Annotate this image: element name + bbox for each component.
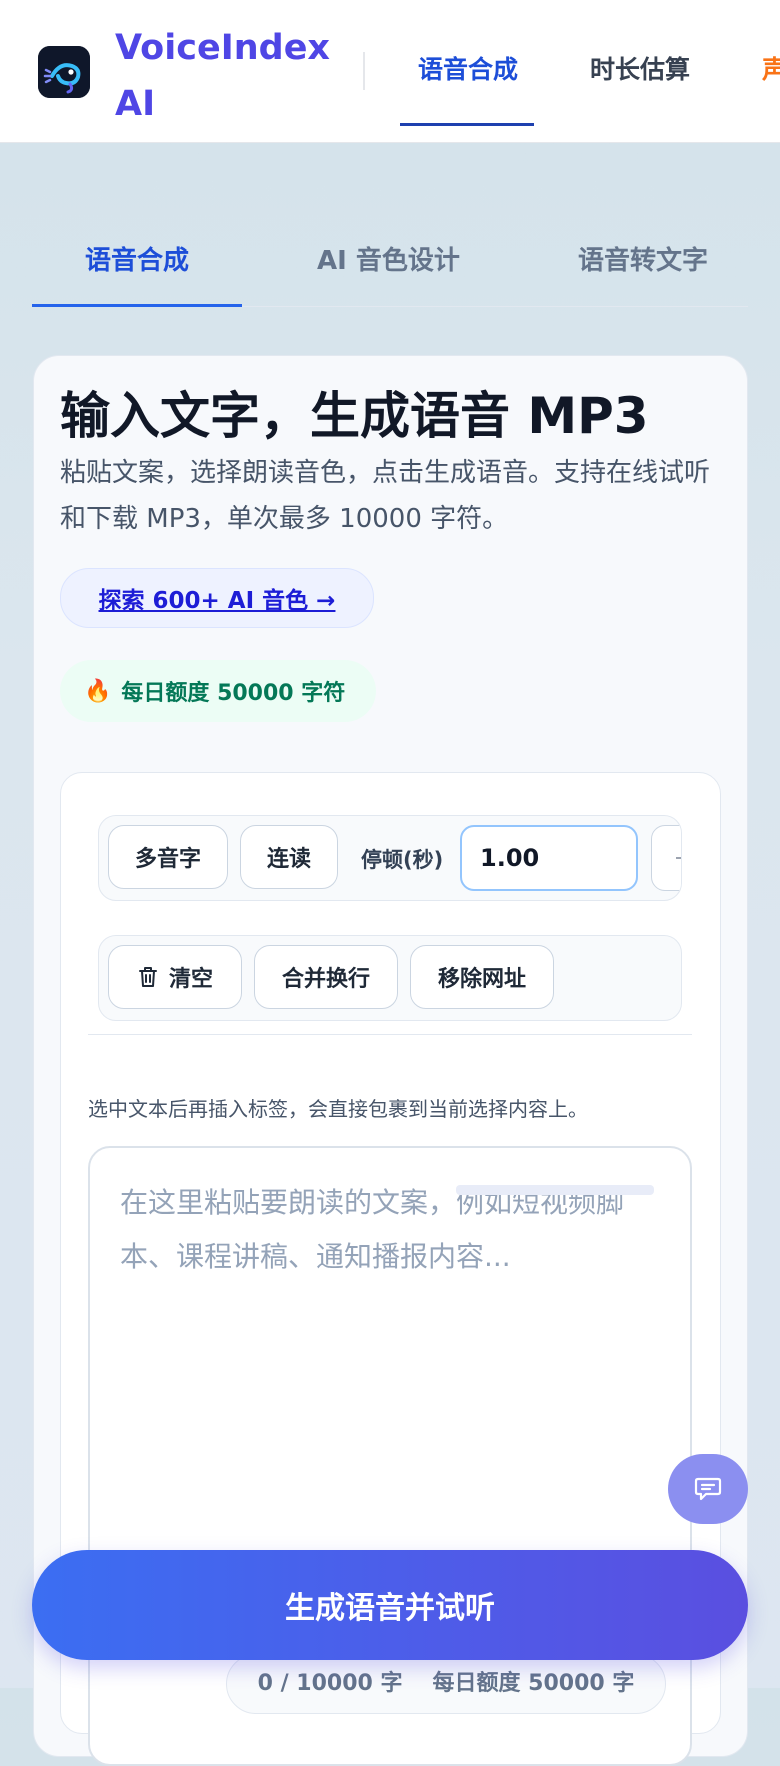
daily-quota-badge: 🔥 每日额度 50000 字符 xyxy=(60,660,376,722)
char-counter: 0 / 10000 字 每日额度 50000 字 xyxy=(226,1654,666,1714)
daily-quota-text: 每日额度 50000 字符 xyxy=(121,681,346,706)
tag-toolbar: 多音字 连读 停顿(秒) xyxy=(98,815,682,901)
tab-speech-to-text[interactable]: 语音转文字 xyxy=(578,240,708,277)
daily-quota-count: 每日额度 50000 字 xyxy=(432,1671,635,1696)
tab-voice-design[interactable]: AI 音色设计 xyxy=(317,240,460,277)
polyphone-button[interactable]: 多音字 xyxy=(108,825,228,889)
fire-icon: 🔥 xyxy=(84,678,112,704)
nav-duration-estimate[interactable]: 时长估算 xyxy=(590,50,690,86)
tab-tts[interactable]: 语音合成 xyxy=(85,240,189,277)
pause-seconds-input[interactable] xyxy=(460,825,638,891)
clear-label: 清空 xyxy=(168,966,213,991)
tag-insert-hint: 选中文本后再插入标签，会直接包裹到当前选择内容上。 xyxy=(88,1097,588,1121)
pause-label: 停顿(秒) xyxy=(361,848,444,872)
editor-divider xyxy=(88,1034,692,1035)
selection-highlight xyxy=(456,1185,654,1195)
nav-active-indicator xyxy=(400,123,534,126)
nav-voice-partial[interactable]: 声 xyxy=(762,50,780,86)
page-subtitle: 粘贴文案，选择朗读音色，点击生成语音。支持在线试听和下载 MP3，单次最多 10… xyxy=(60,458,711,534)
page-title: 输入文字，生成语音 MP3 xyxy=(60,387,649,445)
merge-lines-button[interactable]: 合并换行 xyxy=(254,945,398,1009)
explore-voices-label: 探索 600+ AI 音色 → xyxy=(98,588,336,614)
app-logo-icon[interactable] xyxy=(38,46,90,98)
trash-icon xyxy=(138,967,157,987)
clear-button[interactable]: 清空 xyxy=(108,945,242,1009)
liaison-button[interactable]: 连读 xyxy=(240,825,338,889)
insert-pause-button[interactable] xyxy=(651,825,681,891)
nav-tts[interactable]: 语音合成 xyxy=(418,50,518,86)
feedback-chat-button[interactable] xyxy=(668,1454,748,1524)
char-count: 0 / 10000 字 xyxy=(257,1671,403,1696)
feature-tabs: 语音合成 AI 音色设计 语音转文字 xyxy=(32,240,748,307)
tab-active-indicator xyxy=(32,304,242,307)
text-tools-toolbar: 清空 合并换行 移除网址 xyxy=(98,935,682,1021)
header-divider xyxy=(363,52,365,90)
top-header: VoiceIndex AI 语音合成 时长估算 声 xyxy=(0,0,780,143)
remove-urls-button[interactable]: 移除网址 xyxy=(410,945,554,1009)
chat-icon xyxy=(694,1477,722,1501)
explore-voices-link[interactable]: 探索 600+ AI 音色 → xyxy=(60,568,374,628)
brand-name[interactable]: VoiceIndex AI xyxy=(115,20,335,132)
generate-audio-button[interactable]: 生成语音并试听 xyxy=(32,1550,748,1660)
